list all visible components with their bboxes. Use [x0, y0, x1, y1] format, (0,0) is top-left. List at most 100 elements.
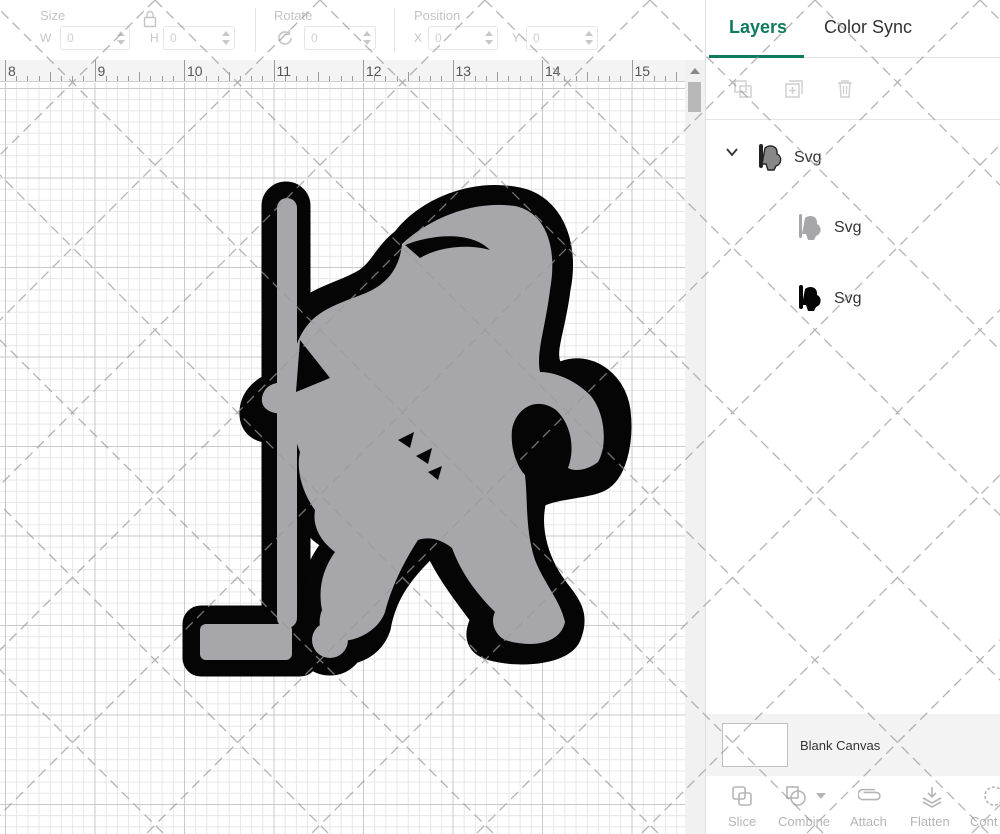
ruler-tick	[206, 76, 208, 81]
ruler-tick	[586, 72, 588, 81]
ruler-tick	[38, 76, 40, 81]
ruler-tick	[184, 60, 185, 81]
ruler-tick	[497, 72, 499, 81]
layer-tools	[706, 58, 1000, 120]
rotate-stepper[interactable]	[362, 30, 372, 46]
layer-row-fill[interactable]: Svg	[706, 204, 1000, 254]
ruler-tick	[150, 76, 152, 81]
tab-layers[interactable]: Layers	[729, 17, 787, 38]
ruler-tick	[16, 76, 18, 81]
panel-tabs: Layers Color Sync	[706, 0, 1000, 58]
x-position-stepper[interactable]	[484, 30, 494, 46]
tab-color-sync[interactable]: Color Sync	[824, 17, 912, 38]
ruler-tick	[318, 72, 320, 81]
scrollbar-thumb[interactable]	[688, 82, 701, 112]
height-label: H	[150, 31, 159, 45]
ruler-tick	[642, 76, 644, 81]
ruler-tick	[307, 76, 309, 81]
ruler-tick	[418, 76, 420, 81]
ruler-tick	[597, 76, 599, 81]
scroll-up-arrow-icon[interactable]	[690, 68, 700, 74]
design-canvas[interactable]	[0, 83, 685, 834]
ruler-number: 9	[97, 63, 106, 79]
group-icon[interactable]	[732, 78, 754, 100]
width-stepper[interactable]	[116, 30, 126, 46]
lion-golf-design[interactable]	[0, 83, 685, 834]
layer-thumbnail-icon	[759, 144, 782, 171]
ruler-tick	[609, 76, 611, 81]
ruler-tick	[564, 76, 566, 81]
toolbar-divider	[394, 8, 395, 52]
y-position-input[interactable]: 0	[526, 26, 598, 50]
ruler-tick	[116, 76, 118, 81]
ruler-tick	[139, 72, 141, 81]
ruler-tick	[251, 76, 253, 81]
width-input[interactable]: 0	[60, 26, 130, 50]
rotate-icon[interactable]	[274, 27, 296, 49]
ruler-tick	[72, 76, 74, 81]
layer-thumbnail-icon	[799, 214, 821, 240]
position-label: Position	[414, 8, 461, 23]
width-label: W	[40, 31, 52, 45]
attach-icon	[857, 784, 882, 808]
ruler-tick	[508, 76, 510, 81]
ruler-tick	[430, 76, 432, 81]
height-input[interactable]: 0	[163, 26, 235, 50]
ruler-tick	[363, 60, 364, 81]
chevron-down-icon[interactable]	[816, 793, 826, 799]
ruler-tick	[5, 60, 6, 81]
ruler-tick	[60, 76, 62, 81]
ruler-tick	[295, 76, 297, 81]
height-stepper[interactable]	[221, 30, 231, 46]
layer-label: Svg	[834, 290, 862, 307]
layer-thumbnail-icon	[799, 285, 821, 311]
layer-label: Svg	[794, 149, 822, 166]
ruler-tick	[407, 72, 409, 81]
ruler-tick	[665, 76, 667, 81]
ruler-tick	[172, 76, 174, 81]
vertical-scrollbar[interactable]	[685, 60, 705, 834]
ruler-tick	[49, 72, 51, 81]
ruler-tick	[474, 76, 476, 81]
layer-row-outline[interactable]: Svg	[706, 275, 1000, 325]
flatten-button[interactable]: Flatten	[908, 776, 956, 834]
duplicate-icon[interactable]	[783, 78, 805, 100]
ruler-tick	[519, 76, 521, 81]
ruler-tick	[676, 72, 678, 81]
ruler-tick	[553, 76, 555, 81]
lock-icon[interactable]	[143, 10, 157, 28]
edit-toolbar: Size W 0 H 0 Rotate 0 Position X 0 Y 0	[0, 0, 705, 60]
delete-icon[interactable]	[834, 78, 856, 100]
blank-canvas-row[interactable]: Blank Canvas	[706, 714, 1000, 776]
ruler-tick	[441, 76, 443, 81]
rotate-input[interactable]: 0	[304, 26, 376, 50]
blank-canvas-swatch[interactable]	[722, 723, 788, 767]
layers-panel: Layers Color Sync Svg Svg Svg Blank Canv…	[705, 0, 1000, 834]
contour-button[interactable]: Cont	[968, 776, 1000, 834]
contour-icon	[982, 784, 1000, 808]
layer-row-group[interactable]: Svg	[706, 134, 1000, 184]
bottom-tools: Slice Combine Attach Flatten Cont	[706, 776, 1000, 834]
ruler-tick	[105, 76, 107, 81]
ruler-tick	[340, 76, 342, 81]
attach-button[interactable]: Attach	[848, 776, 894, 834]
y-label: Y	[512, 31, 521, 45]
x-label: X	[414, 31, 423, 45]
y-position-stepper[interactable]	[584, 30, 594, 46]
ruler-tick	[452, 60, 454, 81]
ruler-tick	[228, 72, 230, 81]
ruler-tick	[195, 76, 197, 81]
chevron-down-icon[interactable]	[726, 146, 738, 158]
ruler-tick	[653, 76, 655, 81]
slice-button[interactable]: Slice	[726, 776, 770, 834]
layer-label: Svg	[834, 219, 862, 236]
ruler-tick	[27, 76, 29, 81]
ruler-tick	[542, 60, 543, 81]
ruler-tick	[161, 76, 163, 81]
blank-canvas-label: Blank Canvas	[800, 738, 881, 753]
ruler-tick	[463, 76, 465, 81]
x-position-input[interactable]: 0	[428, 26, 498, 50]
slice-icon	[730, 784, 754, 808]
ruler-tick	[374, 76, 376, 81]
combine-button[interactable]: Combine	[778, 776, 836, 834]
